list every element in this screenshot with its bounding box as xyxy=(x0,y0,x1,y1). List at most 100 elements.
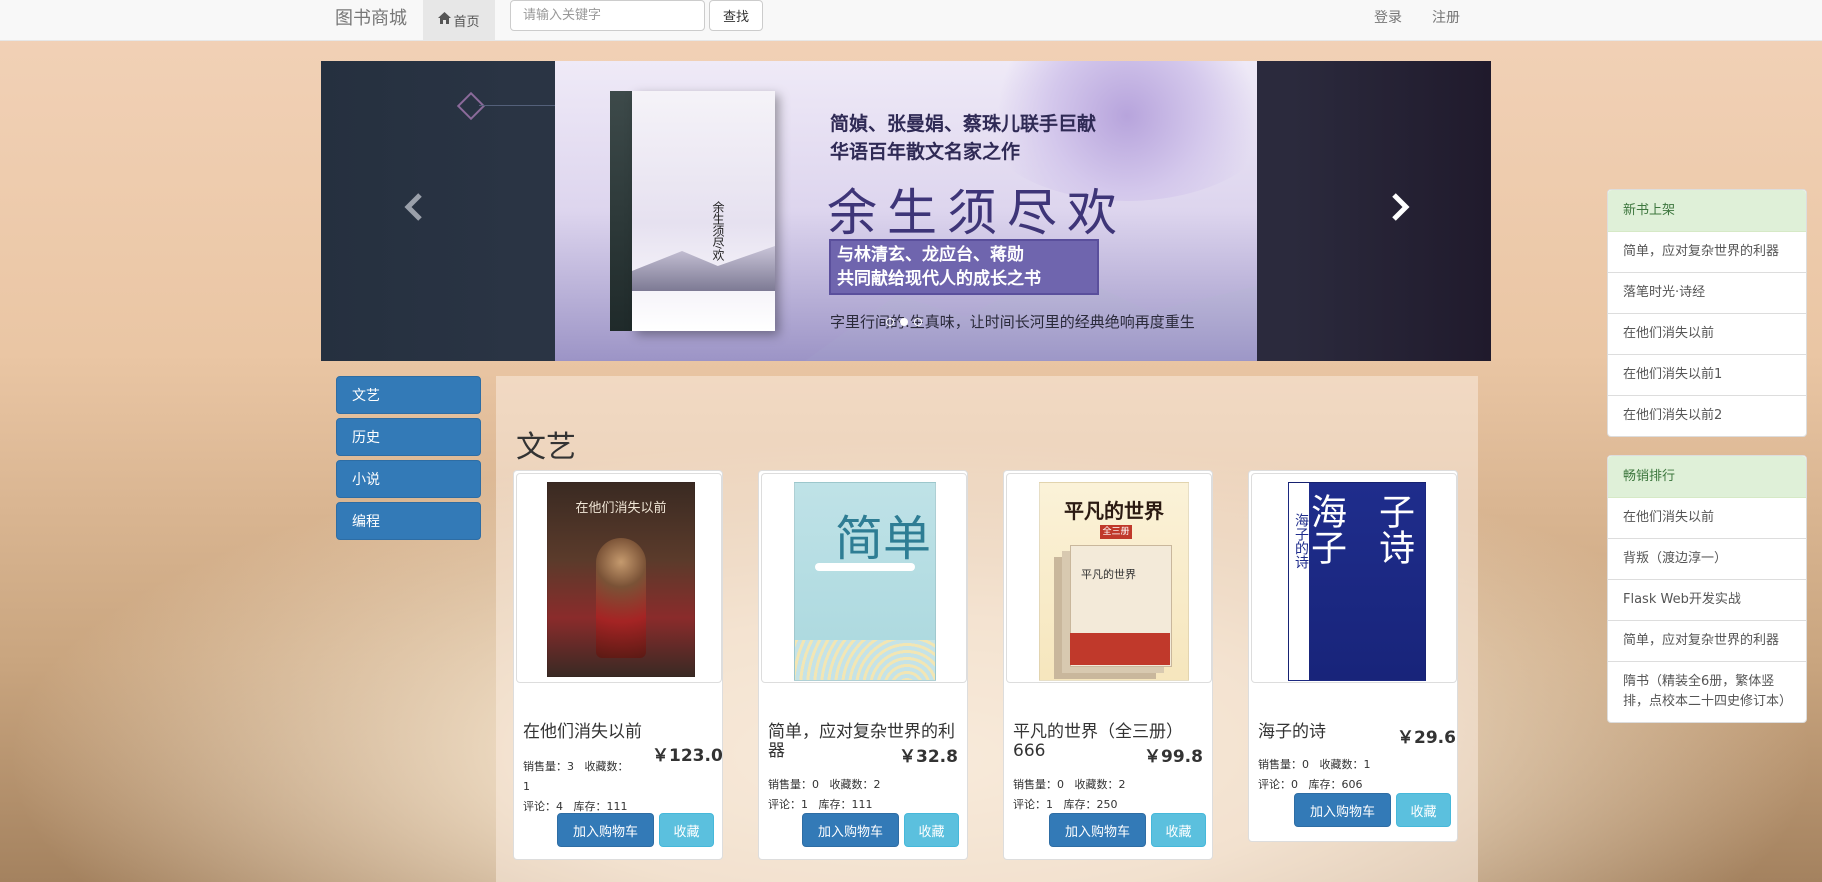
cover-waves xyxy=(795,640,935,680)
category-list: 文艺 历史 小说 编程 xyxy=(336,376,481,544)
book-cover-image: 平凡的世界 全三册 平凡的世界 xyxy=(1039,482,1189,681)
comment-count: 评论：1 xyxy=(768,798,808,811)
book-cover-image: 简单 xyxy=(794,482,936,681)
carousel-dot[interactable] xyxy=(886,318,894,326)
sales-count: 销售量：0 xyxy=(1013,778,1064,791)
favorite-button[interactable]: 收藏 xyxy=(1396,793,1451,827)
sales-count: 销售量：0 xyxy=(768,778,819,791)
book-thumbnail[interactable]: 在他们消失以前 xyxy=(516,473,722,683)
banner-box-line1: 与林清玄、龙应台、蒋勋 xyxy=(837,245,1024,265)
category-button[interactable]: 编程 xyxy=(336,502,481,540)
new-book-item[interactable]: 在他们消失以前1 xyxy=(1608,355,1806,396)
chevron-left-icon[interactable] xyxy=(396,187,436,227)
banner-highlight-box: 与林清玄、龙应台、蒋勋 共同献给现代人的成长之书 xyxy=(829,239,1099,295)
section-title: 文艺 xyxy=(516,430,576,465)
cover-hill xyxy=(632,246,775,291)
new-books-panel: 新书上架 简单，应对复杂世界的利器 落笔时光·诗经 在他们消失以前 在他们消失以… xyxy=(1607,189,1807,437)
cover-red-band xyxy=(1070,633,1170,665)
category-button[interactable]: 历史 xyxy=(336,418,481,456)
bestsellers-panel: 畅销排行 在他们消失以前 背叛（渡边淳一） Flask Web开发实战 简单，应… xyxy=(1607,455,1807,723)
cover-text: 平凡的世界 xyxy=(1064,499,1164,523)
login-link[interactable]: 登录 xyxy=(1374,7,1402,27)
book-cover-image: 在他们消失以前 xyxy=(547,482,695,677)
search-button[interactable]: 查找 xyxy=(709,0,763,31)
new-book-item[interactable]: 在他们消失以前 xyxy=(1608,314,1806,355)
book-title[interactable]: 在他们消失以前 xyxy=(523,723,653,742)
cover-tag: 全三册 xyxy=(1100,525,1132,539)
book-thumbnail[interactable]: 海子的诗 海子 子诗 xyxy=(1251,473,1457,683)
new-book-item[interactable]: 简单，应对复杂世界的利器 xyxy=(1608,232,1806,273)
book-card: 平凡的世界 全三册 平凡的世界 平凡的世界（全三册）666 ￥99.8 销售量：… xyxy=(1003,470,1213,860)
book-cover-image: 海子的诗 海子 子诗 xyxy=(1288,482,1426,681)
book-section: 文艺 在他们消失以前 在他们消失以前 ￥123.0 销售量：3 收藏数：1 评论… xyxy=(496,376,1478,882)
category-button[interactable]: 小说 xyxy=(336,460,481,498)
book-spine xyxy=(610,91,632,331)
carousel-dot-active[interactable] xyxy=(900,318,908,326)
book-thumbnail[interactable]: 平凡的世界 全三册 平凡的世界 xyxy=(1006,473,1212,683)
new-book-item[interactable]: 落笔时光·诗经 xyxy=(1608,273,1806,314)
comment-count: 评论：0 xyxy=(1258,778,1298,791)
favorite-button[interactable]: 收藏 xyxy=(904,813,959,847)
bestseller-item[interactable]: 在他们消失以前 xyxy=(1608,498,1806,539)
cover-text: 在他们消失以前 xyxy=(575,501,667,516)
banner-book: 余生须尽欢 xyxy=(610,91,775,331)
bestsellers-heading: 畅销排行 xyxy=(1608,456,1806,498)
book-cover-title: 余生须尽欢 xyxy=(711,201,725,261)
comment-count: 评论：1 xyxy=(1013,798,1053,811)
favorite-count: 收藏数：1 xyxy=(1319,758,1371,771)
nav-home[interactable]: 首页 xyxy=(423,0,495,40)
stock-count: 库存：250 xyxy=(1063,798,1118,811)
book-price: ￥99.8 xyxy=(1144,747,1203,767)
stock-count: 库存：606 xyxy=(1308,778,1363,791)
navbar: 图书商城 首页 查找 登录 注册 xyxy=(0,0,1822,41)
cover-figure xyxy=(596,538,646,658)
bestseller-item[interactable]: 隋书（精装全6册，繁体竖排，点校本二十四史修订本） xyxy=(1608,662,1806,722)
add-to-cart-button[interactable]: 加入购物车 xyxy=(802,813,899,847)
cover-text: 简单 xyxy=(835,511,932,567)
banner-box-line2: 共同献给现代人的成长之书 xyxy=(837,269,1041,289)
bestseller-item[interactable]: 简单，应对复杂世界的利器 xyxy=(1608,621,1806,662)
carousel-indicators xyxy=(886,318,922,326)
book-card: 海子的诗 海子 子诗 海子的诗 ￥29.6 销售量：0 收藏数：1 评论：0 库… xyxy=(1248,470,1458,842)
carousel-slide[interactable]: 余生须尽欢 简媜、张曼娟、蔡珠儿联手巨献 华语百年散文名家之作 余生须尽欢 与林… xyxy=(555,61,1257,361)
book-title[interactable]: 海子的诗 xyxy=(1258,723,1378,742)
carousel-dot[interactable] xyxy=(914,318,922,326)
category-button[interactable]: 文艺 xyxy=(336,376,481,414)
add-to-cart-button[interactable]: 加入购物车 xyxy=(1049,813,1146,847)
book-stats: 销售量：0 收藏数：2 评论：1 库存：111 xyxy=(768,775,968,815)
cover-band xyxy=(815,563,915,571)
sales-count: 销售量：0 xyxy=(1258,758,1309,771)
comment-count: 评论：4 xyxy=(523,800,563,813)
book-thumbnail[interactable]: 简单 xyxy=(761,473,967,683)
favorite-count: 收藏数：2 xyxy=(1074,778,1126,791)
stock-count: 库存：111 xyxy=(818,798,873,811)
carousel: 余生须尽欢 简媜、张曼娟、蔡珠儿联手巨献 华语百年散文名家之作 余生须尽欢 与林… xyxy=(321,61,1491,361)
banner-footer: 字里行间的.生真味，让时间长河里的经典绝响再度重生 xyxy=(830,313,1195,331)
bestseller-item[interactable]: 背叛（渡边淳一） xyxy=(1608,539,1806,580)
add-to-cart-button[interactable]: 加入购物车 xyxy=(1294,793,1391,827)
new-books-heading: 新书上架 xyxy=(1608,190,1806,232)
diamond-ornament xyxy=(456,91,486,121)
register-link[interactable]: 注册 xyxy=(1432,7,1460,27)
nav-home-label: 首页 xyxy=(453,14,480,30)
favorite-button[interactable]: 收藏 xyxy=(1151,813,1206,847)
book-price: ￥32.8 xyxy=(899,747,958,767)
brand[interactable]: 图书商城 xyxy=(335,4,407,30)
cover-text: 海子 xyxy=(1305,493,1346,565)
banner-line1: 简媜、张曼娟、蔡珠儿联手巨献 xyxy=(830,113,1097,135)
stock-count: 库存：111 xyxy=(573,800,628,813)
book-price: ￥123.0 xyxy=(652,746,723,766)
favorite-button[interactable]: 收藏 xyxy=(659,813,714,847)
book-stats: 销售量：0 收藏数：1 评论：0 库存：606 xyxy=(1258,755,1458,795)
banner-line2: 华语百年散文名家之作 xyxy=(830,141,1021,163)
new-book-item[interactable]: 在他们消失以前2 xyxy=(1608,396,1806,436)
cover-box-text: 平凡的世界 xyxy=(1081,568,1136,581)
search-input[interactable] xyxy=(510,0,705,31)
favorite-count: 收藏数：2 xyxy=(829,778,881,791)
add-to-cart-button[interactable]: 加入购物车 xyxy=(557,813,654,847)
bestseller-item[interactable]: Flask Web开发实战 xyxy=(1608,580,1806,621)
banner-main-title: 余生须尽欢 xyxy=(827,184,1127,242)
chevron-right-icon[interactable] xyxy=(1378,187,1418,227)
book-card: 简单 简单，应对复杂世界的利器 ￥32.8 销售量：0 收藏数：2 评论：1 库… xyxy=(758,470,968,860)
ornament-line xyxy=(479,105,555,106)
